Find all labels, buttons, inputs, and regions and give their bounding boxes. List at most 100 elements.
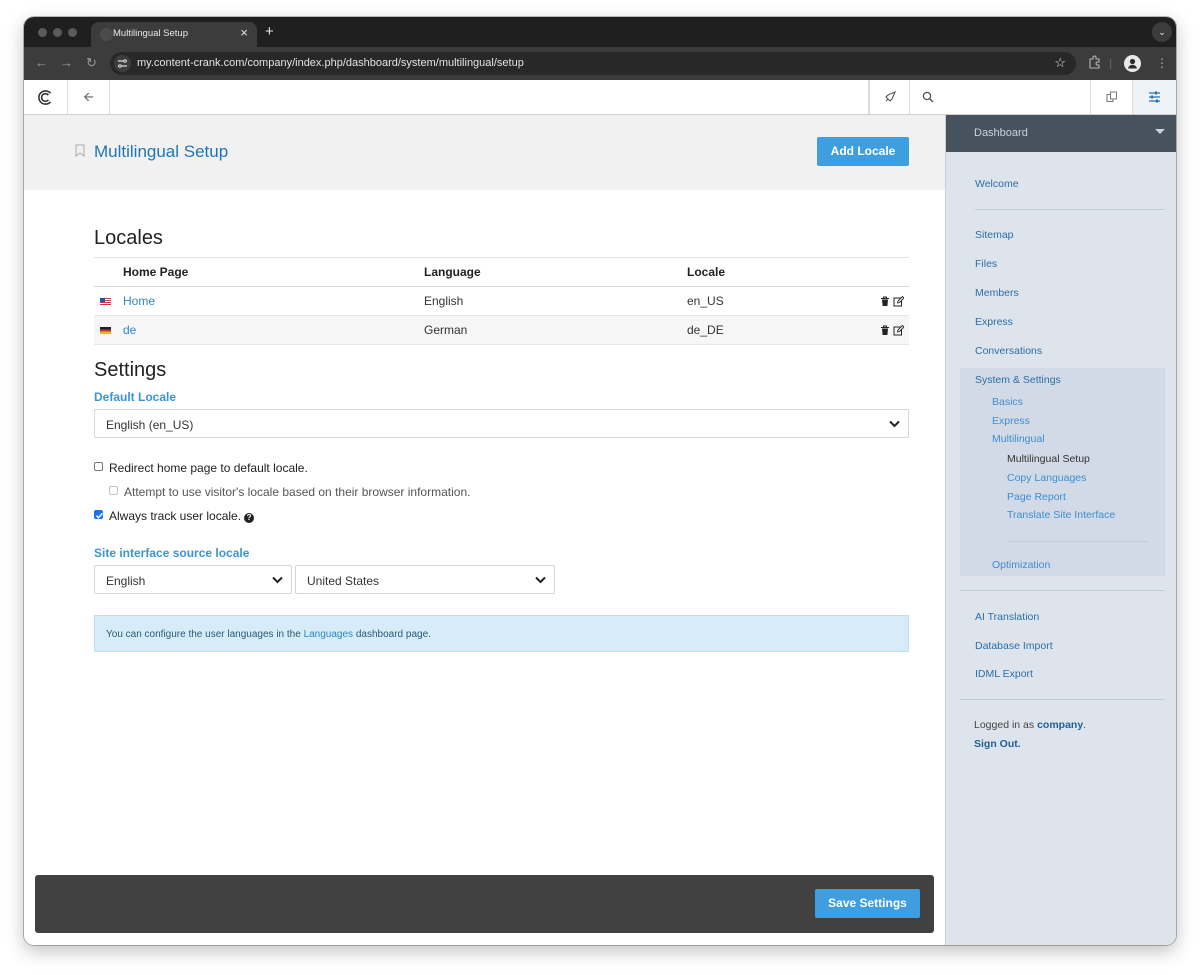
bookmark-icon[interactable] (75, 144, 85, 157)
settings-heading: Settings (94, 359, 167, 381)
languages-link[interactable]: Languages (304, 629, 354, 640)
close-window-dot[interactable] (38, 28, 47, 37)
arrow-left-icon: 🡨 (83, 89, 94, 104)
panel-divider (960, 590, 1165, 591)
reload-icon[interactable]: ↻ (86, 54, 97, 72)
source-country-value: United States (307, 574, 380, 588)
panel-item-members[interactable]: Members (975, 287, 1019, 299)
save-settings-button[interactable]: Save Settings (815, 889, 920, 918)
track-locale-checkbox[interactable] (94, 510, 104, 519)
logged-in-user[interactable]: company (1037, 719, 1083, 731)
extensions-icon[interactable] (1088, 55, 1101, 73)
edit-icon[interactable] (893, 296, 905, 307)
trash-icon[interactable] (880, 325, 890, 336)
dashboard-panel-header[interactable]: Dashboard (946, 115, 1176, 152)
chevron-down-icon (889, 420, 900, 428)
caret-down-icon (1155, 129, 1165, 134)
cms-logo[interactable] (24, 80, 68, 114)
panel-item-welcome[interactable]: Welcome (975, 178, 1019, 190)
browser-toolbar: ← → ↻ my.content-crank.com/company/index… (24, 47, 1176, 80)
toggle-edit-mode-button[interactable] (1091, 80, 1133, 114)
new-tab-icon[interactable]: + (265, 23, 274, 41)
panel-item-idml-export[interactable]: IDML Export (975, 668, 1033, 680)
zoom-window-dot[interactable] (68, 28, 77, 37)
column-header-home-page: Home Page (123, 257, 424, 287)
edit-icon[interactable] (893, 325, 905, 336)
chevron-down-icon (535, 576, 546, 584)
home-page-link[interactable]: Home (123, 294, 155, 308)
rocket-icon (885, 91, 896, 102)
copy-icon (1106, 91, 1117, 102)
panel-divider (975, 209, 1165, 210)
flag-column-header (94, 257, 123, 287)
info-text: You can configure the user languages in … (106, 629, 431, 640)
default-locale-label: Default Locale (94, 390, 177, 404)
panel-item-translate-site-interface[interactable]: Translate Site Interface (1007, 509, 1115, 521)
browser-window: Multilingual Setup × + ⌄ ← → ↻ my.conten… (24, 17, 1176, 945)
page-title: Multilingual Setup (94, 142, 229, 161)
panel-item-system-express[interactable]: Express (992, 415, 1030, 427)
dashboard-panel: Dashboard Welcome Sitemap Files Members … (945, 115, 1176, 945)
info-suffix: dashboard page. (353, 629, 431, 640)
favicon-icon (100, 28, 113, 41)
flag-cell (94, 286, 123, 316)
tab-search-icon[interactable]: ⌄ (1152, 22, 1172, 42)
search-icon (922, 91, 934, 103)
dashboard-panel-title: Dashboard (974, 127, 1028, 139)
source-language-select[interactable]: English (94, 565, 292, 594)
panel-item-conversations[interactable]: Conversations (975, 345, 1042, 357)
panel-item-sitemap[interactable]: Sitemap (975, 229, 1014, 241)
logged-in-suffix: . (1083, 719, 1087, 731)
cms-toolbar-spacer (110, 80, 869, 114)
locales-heading: Locales (94, 227, 163, 249)
url-text: my.content-crank.com/company/index.php/d… (137, 57, 524, 69)
panel-item-copy-languages[interactable]: Copy Languages (1007, 472, 1086, 484)
panel-item-multilingual-setup[interactable]: Multilingual Setup (1007, 453, 1090, 465)
redirect-home-checkbox[interactable] (94, 462, 103, 471)
panel-item-files[interactable]: Files (975, 258, 997, 270)
cms-search-field[interactable] (910, 80, 1091, 114)
panel-item-express[interactable]: Express (975, 316, 1013, 328)
intelligent-search-launch[interactable] (869, 80, 910, 114)
cms-back-button[interactable]: 🡨 (68, 80, 110, 114)
dashboard-panel-toggle[interactable] (1133, 80, 1176, 114)
column-header-language: Language (424, 257, 687, 287)
profile-avatar-icon[interactable] (1124, 55, 1141, 72)
table-row: Home English en_US (94, 286, 909, 316)
language-cell: English (424, 286, 687, 316)
panel-item-basics[interactable]: Basics (992, 396, 1023, 408)
home-page-link[interactable]: de (123, 323, 136, 337)
source-country-select[interactable]: United States (295, 565, 555, 594)
chevron-down-icon (272, 576, 283, 584)
question-circle-icon[interactable]: ? (244, 513, 255, 523)
panel-item-multilingual[interactable]: Multilingual (992, 433, 1045, 445)
back-icon[interactable]: ← (35, 54, 48, 72)
de-flag-icon (100, 327, 111, 335)
site-settings-icon[interactable] (114, 55, 131, 72)
sliders-icon (1149, 91, 1160, 103)
column-header-locale: Locale (687, 257, 857, 287)
form-actions-bar: Save Settings (35, 875, 934, 933)
tab-close-icon[interactable]: × (240, 25, 248, 41)
default-locale-select[interactable]: English (en_US) (94, 409, 909, 438)
source-locale-label: Site interface source locale (94, 546, 250, 560)
trash-icon[interactable] (880, 296, 890, 307)
panel-item-database-import[interactable]: Database Import (975, 640, 1053, 652)
bookmark-star-icon[interactable]: ☆ (1054, 55, 1066, 71)
home-page-cell: de (123, 315, 424, 345)
minimize-window-dot[interactable] (53, 28, 62, 37)
source-language-value: English (106, 574, 146, 588)
panel-item-page-report[interactable]: Page Report (1007, 491, 1066, 503)
address-bar[interactable]: my.content-crank.com/company/index.php/d… (110, 52, 1076, 75)
sign-out-link[interactable]: Sign Out. (974, 738, 1021, 750)
forward-icon[interactable]: → (60, 54, 73, 72)
panel-item-ai-translation[interactable]: AI Translation (975, 611, 1039, 623)
panel-item-system-settings[interactable]: System & Settings (975, 374, 1061, 386)
row-actions (857, 286, 909, 316)
browser-tab[interactable]: Multilingual Setup × (91, 22, 257, 47)
browser-menu-icon[interactable]: ⋮ (1156, 55, 1168, 71)
add-locale-button[interactable]: Add Locale (817, 137, 909, 166)
track-locale-text: Always track user locale. (109, 509, 242, 523)
panel-item-optimization[interactable]: Optimization (992, 559, 1050, 571)
default-locale-value: English (en_US) (106, 418, 194, 432)
